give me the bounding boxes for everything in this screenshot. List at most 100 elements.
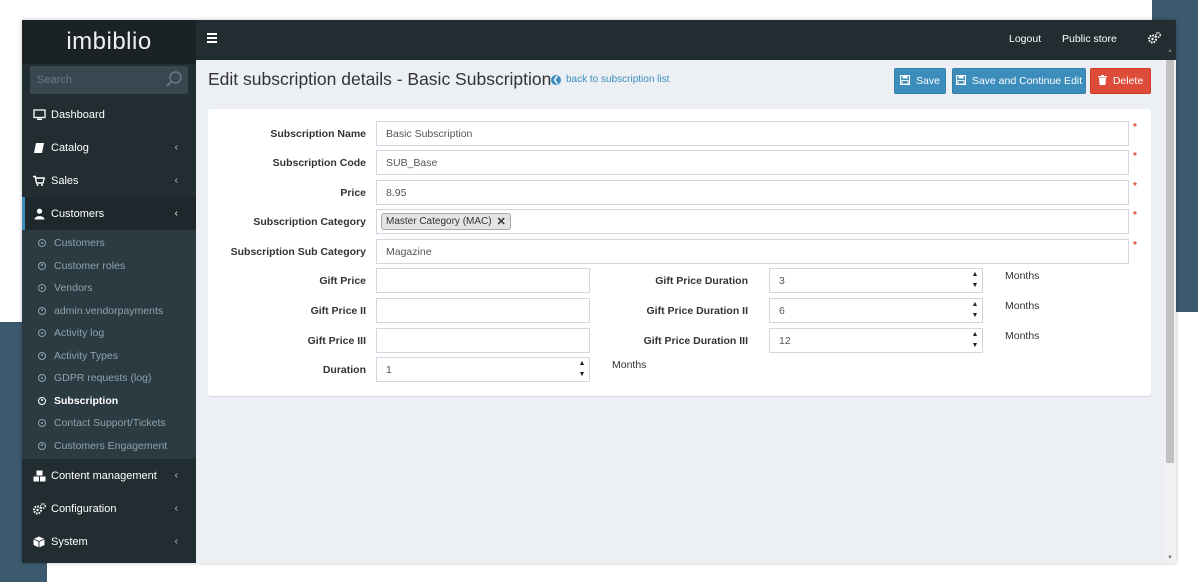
- sidebar-item-label: Catalog: [51, 141, 89, 154]
- gift-price-duration-ii-field[interactable]: 6 ▲ ▼: [769, 298, 983, 323]
- app-logo[interactable]: imbiblio: [22, 20, 196, 64]
- subscription-sub-category-field[interactable]: Magazine: [376, 239, 1129, 264]
- number-spinner[interactable]: ▲ ▼: [970, 270, 980, 291]
- cart-icon: [32, 174, 46, 187]
- submenu-item-customers[interactable]: Customers: [22, 232, 196, 255]
- duration-unit: Months: [612, 359, 647, 371]
- spin-up-icon[interactable]: ▲: [579, 359, 586, 369]
- sidebar-item-dashboard[interactable]: Dashboard: [22, 98, 196, 131]
- arrow-circle-left-icon: ❮: [551, 74, 561, 85]
- user-icon: [32, 207, 46, 220]
- save-label: Save: [916, 75, 940, 87]
- spin-up-icon[interactable]: ▲: [972, 330, 979, 340]
- subscription-category-select[interactable]: Master Category (MAC) ✕: [376, 209, 1129, 234]
- gift-price-ii-field[interactable]: [376, 298, 590, 323]
- remove-tag-icon[interactable]: ✕: [497, 215, 506, 228]
- gift-price-ii-label: Gift Price II: [310, 305, 366, 317]
- gears-icon: [32, 502, 46, 515]
- chevron-down-icon: ‹: [174, 208, 178, 219]
- required-indicator: *: [1133, 181, 1137, 192]
- scroll-down-icon[interactable]: ▼: [1164, 555, 1176, 561]
- number-spinner[interactable]: ▲ ▼: [970, 330, 980, 351]
- search-icon[interactable]: [165, 70, 183, 88]
- floppy-icon: [955, 74, 966, 88]
- spin-down-icon[interactable]: ▼: [972, 311, 979, 321]
- circle-icon: [38, 419, 46, 428]
- spin-up-icon[interactable]: ▲: [972, 270, 979, 280]
- circle-icon: [38, 351, 46, 360]
- gift-price-duration-ii-label: Gift Price Duration II: [646, 305, 748, 317]
- submenu-item-subscription[interactable]: Subscription: [22, 390, 196, 413]
- save-continue-label: Save and Continue Edit: [971, 75, 1083, 87]
- price-field[interactable]: 8.95: [376, 180, 1129, 205]
- hamburger-menu-icon[interactable]: [207, 33, 217, 43]
- delete-label: Delete: [1112, 75, 1144, 87]
- main-content: Edit subscription details - Basic Subscr…: [196, 60, 1164, 563]
- circle-icon: [38, 306, 46, 315]
- spin-up-icon[interactable]: ▲: [972, 300, 979, 310]
- submenu-label: admin.vendorpayments: [54, 304, 164, 317]
- submenu-item-activity-log[interactable]: Activity log: [22, 322, 196, 345]
- floppy-icon: [899, 74, 911, 88]
- logout-link[interactable]: Logout: [1009, 20, 1041, 58]
- submenu-item-contact-support[interactable]: Contact Support/Tickets: [22, 412, 196, 435]
- sidebar-item-system[interactable]: System ‹: [22, 525, 196, 558]
- spin-down-icon[interactable]: ▼: [972, 281, 979, 291]
- save-button[interactable]: Save: [894, 68, 946, 94]
- spin-down-icon[interactable]: ▼: [972, 341, 979, 351]
- category-tag: Master Category (MAC) ✕: [381, 213, 511, 230]
- gift-price-duration-label: Gift Price Duration: [655, 275, 748, 287]
- gift-price-duration-value: 3: [779, 274, 785, 287]
- subscription-name-label: Subscription Name: [270, 128, 366, 140]
- number-spinner[interactable]: ▲ ▼: [970, 300, 980, 321]
- submenu-item-activity-types[interactable]: Activity Types: [22, 345, 196, 368]
- sidebar-item-customers[interactable]: Customers ‹: [22, 197, 196, 230]
- sidebar-item-configuration[interactable]: Configuration ‹: [22, 492, 196, 525]
- cubes-icon: [32, 469, 46, 482]
- chevron-left-icon: ‹: [174, 536, 178, 547]
- gift-price-duration-unit: Months: [1005, 270, 1040, 282]
- scroll-up-icon[interactable]: ▲: [1164, 48, 1176, 54]
- gift-price-duration-ii-unit: Months: [1005, 300, 1040, 312]
- submenu-label: Activity Types: [54, 349, 118, 362]
- save-and-continue-button[interactable]: Save and Continue Edit: [952, 68, 1086, 94]
- number-spinner[interactable]: ▲ ▼: [577, 359, 587, 380]
- sidebar-item-sales[interactable]: Sales ‹: [22, 164, 196, 197]
- submenu-item-customer-roles[interactable]: Customer roles: [22, 255, 196, 278]
- scrollbar-thumb[interactable]: [1166, 60, 1174, 463]
- gift-price-duration-field[interactable]: 3 ▲ ▼: [769, 268, 983, 293]
- gift-price-field[interactable]: [376, 268, 590, 293]
- submenu-label: Contact Support/Tickets: [54, 417, 166, 430]
- gears-icon[interactable]: [1148, 32, 1161, 47]
- sidebar-search: [30, 66, 188, 94]
- sidebar-item-content-management[interactable]: Content management ‹: [22, 459, 196, 492]
- submenu-item-vendor-payments[interactable]: admin.vendorpayments: [22, 300, 196, 323]
- sidebar-item-label: Sales: [51, 174, 79, 187]
- required-indicator: *: [1133, 122, 1137, 133]
- duration-field[interactable]: 1 ▲ ▼: [376, 357, 590, 382]
- back-to-list-link[interactable]: ❮ back to subscription list: [551, 74, 669, 85]
- submenu-label: Subscription: [54, 394, 119, 407]
- gift-price-duration-iii-field[interactable]: 12 ▲ ▼: [769, 328, 983, 353]
- sidebar-item-catalog[interactable]: Catalog ‹: [22, 131, 196, 164]
- subscription-name-field[interactable]: Basic Subscription: [376, 121, 1129, 146]
- submenu-item-customers-engagement[interactable]: Customers Engagement: [22, 435, 196, 458]
- submenu-item-vendors[interactable]: Vendors: [22, 277, 196, 300]
- subscription-sub-category-label: Subscription Sub Category: [230, 246, 366, 258]
- admin-window: imbiblio Dashboard Catalog ‹: [22, 20, 1176, 563]
- gift-price-duration-iii-unit: Months: [1005, 330, 1040, 342]
- gift-price-iii-field[interactable]: [376, 328, 590, 353]
- submenu-item-gdpr-requests[interactable]: GDPR requests (log): [22, 367, 196, 390]
- public-store-link[interactable]: Public store: [1062, 20, 1117, 58]
- cube-icon: [32, 535, 46, 548]
- sidebar-item-label: System: [51, 535, 88, 548]
- delete-button[interactable]: Delete: [1090, 68, 1151, 94]
- vertical-scrollbar[interactable]: ▲ ▼: [1164, 48, 1176, 563]
- spin-down-icon[interactable]: ▼: [579, 370, 586, 380]
- subscription-code-field[interactable]: SUB_Base: [376, 150, 1129, 175]
- submenu-label: Activity log: [54, 327, 105, 340]
- gift-price-duration-ii-value: 6: [779, 304, 785, 317]
- book-icon: [32, 141, 46, 154]
- trash-icon: [1097, 74, 1107, 88]
- circle-icon: [38, 329, 46, 338]
